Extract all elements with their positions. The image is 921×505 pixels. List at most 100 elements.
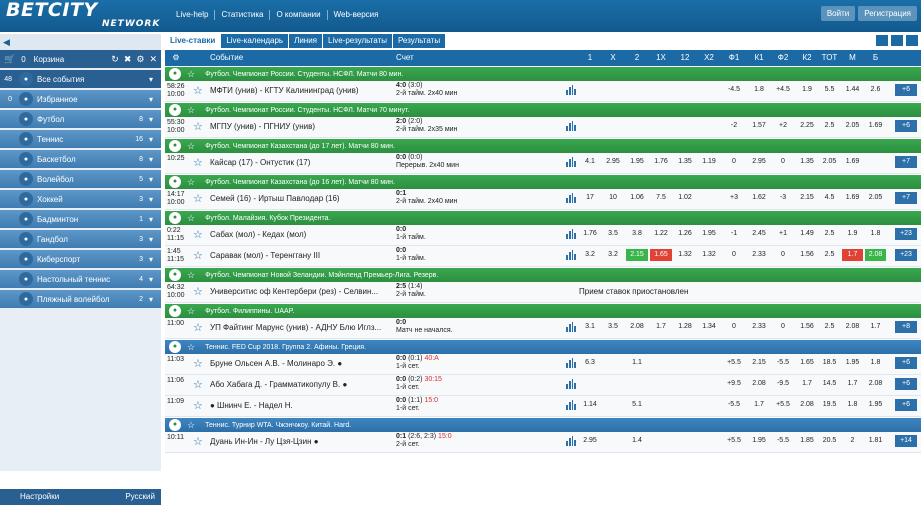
settings-icon[interactable]: ⚙ <box>169 50 183 66</box>
odds-cell[interactable]: 2.5 <box>819 249 840 261</box>
odds-cell[interactable]: 1.9 <box>796 84 818 96</box>
odds-cell[interactable]: -3 <box>772 192 794 204</box>
league-header[interactable]: ● ☆ Футбол. Чемпионат России. Студенты. НС… <box>165 103 921 117</box>
more-markets-button[interactable]: +14 <box>895 435 917 447</box>
header-col[interactable]: Ф1 <box>723 50 745 66</box>
sidebar-item[interactable]: ● Баскетбол 8 ▾ <box>0 150 161 168</box>
star-icon[interactable]: ☆ <box>187 105 195 116</box>
odds-cell[interactable]: +3 <box>723 192 745 204</box>
header-col[interactable]: К1 <box>748 50 770 66</box>
odds-cell[interactable]: 2.95 <box>748 156 770 168</box>
odds-cell[interactable]: 1.9 <box>842 228 863 240</box>
sidebar-item[interactable]: 0 ● Избранное ▾ <box>0 90 161 108</box>
odds-cell[interactable]: -9.5 <box>772 378 794 390</box>
odds-cell[interactable]: 1.7 <box>842 249 863 261</box>
basket-row[interactable]: 🛒 0 Корзина ↻ ✖ ⚙ ✕ <box>0 50 161 68</box>
sidebar-item[interactable]: ● Футбол 8 ▾ <box>0 110 161 128</box>
more-markets-button[interactable]: +23 <box>895 249 917 261</box>
league-header[interactable]: ● ☆ Теннис. FED Cup 2018. Группа 2. Афины.… <box>165 340 921 354</box>
header-col[interactable]: Б <box>865 50 886 66</box>
refresh-icon[interactable]: ↻ <box>111 54 119 65</box>
odds-cell[interactable]: 2.08 <box>626 321 648 333</box>
odds-cell[interactable]: 2.08 <box>842 321 863 333</box>
event-name[interactable]: Дуань Ин-Ин - Лу Цзя-Цзин ● <box>210 437 319 446</box>
sidebar-item[interactable]: ● Бадминтон 1 ▾ <box>0 210 161 228</box>
more-markets-button[interactable]: +8 <box>895 321 917 333</box>
odds-cell[interactable]: 2 <box>842 435 863 447</box>
odds-cell[interactable]: 1.69 <box>842 156 863 168</box>
odds-cell[interactable]: 1.34 <box>698 321 720 333</box>
odds-cell[interactable]: 2.15 <box>796 192 818 204</box>
star-icon[interactable]: ☆ <box>187 420 195 431</box>
sidebar-item[interactable]: ● Хоккей 3 ▾ <box>0 190 161 208</box>
odds-cell[interactable]: 4.5 <box>819 192 840 204</box>
odds-cell[interactable]: 1.7 <box>865 321 886 333</box>
odds-cell[interactable]: 2.05 <box>819 156 840 168</box>
settings-bar[interactable]: Настройки Русский <box>0 489 161 505</box>
stats-icon[interactable] <box>566 250 576 260</box>
odds-cell[interactable]: 0 <box>772 321 794 333</box>
event-name[interactable]: Або Хабага Д. - Грамматикопулу В. ● <box>210 380 347 389</box>
stats-icon[interactable] <box>566 85 576 95</box>
more-markets-button[interactable]: +6 <box>895 84 917 96</box>
odds-cell[interactable]: 2.08 <box>796 399 818 411</box>
close-icon[interactable]: ✕ <box>149 54 157 65</box>
odds-cell[interactable]: +5.5 <box>772 399 794 411</box>
collapse-icon[interactable]: − <box>906 35 918 46</box>
league-header[interactable]: ● ☆ Футбол. Малайзия. Кубок Президента. <box>165 211 921 225</box>
header-col[interactable]: 2 <box>626 50 648 66</box>
odds-cell[interactable]: 2.33 <box>748 321 770 333</box>
odds-cell[interactable]: 2.45 <box>748 228 770 240</box>
odds-cell[interactable]: -2 <box>723 120 745 132</box>
more-markets-button[interactable]: +7 <box>895 156 917 168</box>
tab-live-calendar[interactable]: Live-календарь <box>221 34 289 48</box>
stats-icon[interactable] <box>566 121 576 131</box>
star-icon[interactable]: ☆ <box>193 228 203 241</box>
odds-cell[interactable]: 1.56 <box>796 321 818 333</box>
chevron-down-icon[interactable]: ▾ <box>149 195 161 204</box>
odds-cell[interactable]: 1.65 <box>796 357 818 369</box>
odds-cell[interactable]: 1.19 <box>698 156 720 168</box>
odds-cell[interactable]: 1.57 <box>748 120 770 132</box>
header-col[interactable]: 1X <box>650 50 672 66</box>
odds-cell[interactable]: 1.95 <box>865 399 886 411</box>
odds-cell[interactable]: 1.22 <box>650 228 672 240</box>
brand-logo[interactable]: BETCITY NETWORK <box>6 0 159 29</box>
star-icon[interactable]: ☆ <box>187 141 195 152</box>
chevron-down-icon[interactable]: ▾ <box>149 175 161 184</box>
star-icon[interactable]: ☆ <box>193 192 203 205</box>
star-icon[interactable]: ☆ <box>193 435 203 448</box>
odds-cell[interactable]: 18.5 <box>819 357 840 369</box>
odds-cell[interactable]: 2.08 <box>865 378 886 390</box>
star-icon[interactable]: ☆ <box>193 120 203 133</box>
stats-icon[interactable] <box>566 322 576 332</box>
odds-cell[interactable]: +4.5 <box>772 84 794 96</box>
more-markets-button[interactable]: +6 <box>895 120 917 132</box>
odds-cell[interactable]: 1.95 <box>842 357 863 369</box>
odds-cell[interactable]: 1.56 <box>796 249 818 261</box>
odds-cell[interactable]: 3.1 <box>579 321 601 333</box>
language-selector[interactable]: Русский <box>125 489 155 505</box>
star-icon[interactable]: ☆ <box>187 342 195 353</box>
stats-icon[interactable] <box>566 157 576 167</box>
odds-cell[interactable]: 1.44 <box>842 84 863 96</box>
star-icon[interactable]: ☆ <box>187 270 195 281</box>
event-name[interactable]: Бруне Ольсен А.В. - Молинаро Э. ● <box>210 359 342 368</box>
odds-cell[interactable]: -1 <box>723 228 745 240</box>
odds-cell[interactable]: 14.5 <box>819 378 840 390</box>
chevron-down-icon[interactable]: ▾ <box>149 95 161 104</box>
chevron-down-icon[interactable]: ▾ <box>149 75 161 84</box>
odds-cell[interactable]: 2.95 <box>579 435 601 447</box>
odds-cell[interactable]: 0 <box>723 321 745 333</box>
odds-cell[interactable]: 2.5 <box>819 321 840 333</box>
league-header[interactable]: ● ☆ Футбол. Чемпионат Новой Зеландии. Мэйн… <box>165 268 921 282</box>
odds-cell[interactable]: 1.8 <box>748 84 770 96</box>
nav-live-help[interactable]: Live-help <box>170 10 216 20</box>
arrow-left-icon[interactable]: ◀ <box>0 34 161 50</box>
odds-cell[interactable]: -4.5 <box>723 84 745 96</box>
odds-cell[interactable]: 1.49 <box>796 228 818 240</box>
odds-cell[interactable]: 1.76 <box>579 228 601 240</box>
odds-cell[interactable]: 17 <box>579 192 601 204</box>
star-icon[interactable]: ☆ <box>193 378 203 391</box>
sidebar-item[interactable]: ● Настольный теннис 4 ▾ <box>0 270 161 288</box>
